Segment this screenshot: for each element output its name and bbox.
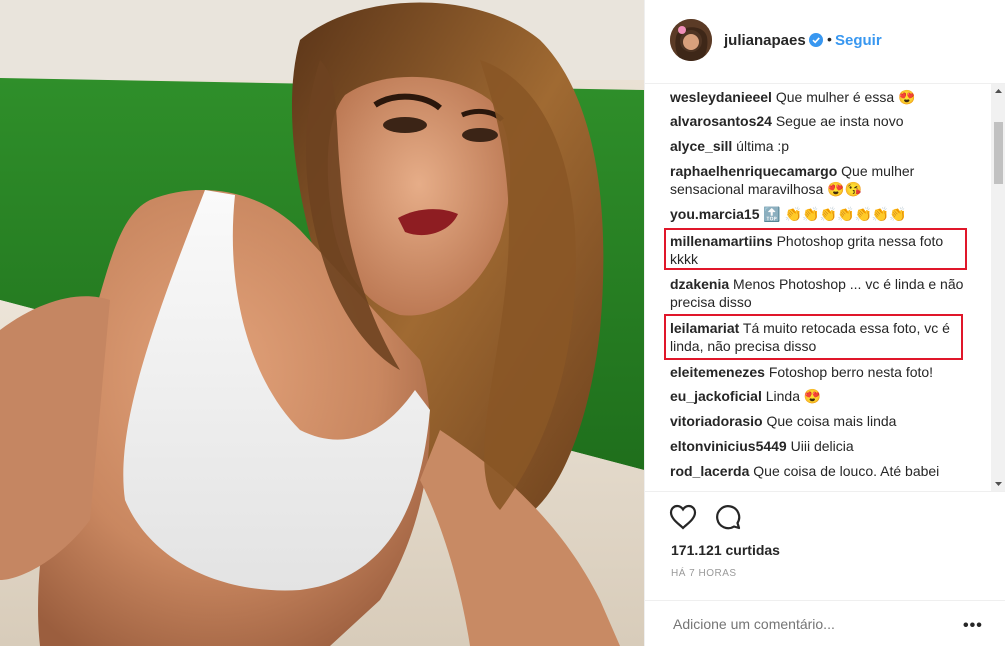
list-item: you.marcia15 🔝 👏👏👏👏👏👏👏 [670, 205, 966, 223]
heart-icon[interactable] [669, 504, 697, 530]
list-item: raphaelhenriquecamargo Que mulher sensac… [670, 162, 966, 198]
add-comment-input[interactable] [671, 615, 935, 633]
likes-count[interactable]: 171.121 curtidas [671, 542, 780, 558]
comment-username[interactable]: dzakenia [670, 276, 729, 292]
scroll-up-arrow-icon[interactable] [991, 84, 1005, 98]
avatar[interactable] [670, 19, 712, 61]
post-header: julianapaes • Seguir [645, 0, 1005, 84]
list-item: leilamariat Tá muito retocada essa foto,… [670, 319, 966, 355]
list-item: rod_lacerda Que coisa de louco. Até babe… [670, 462, 966, 480]
follow-button[interactable]: Seguir [835, 32, 882, 49]
comment-username[interactable]: eltonvinicius5449 [670, 438, 787, 454]
list-item: eleitemenezes Fotoshop berro nesta foto! [670, 363, 966, 381]
comment-text: Que coisa mais linda [766, 413, 897, 429]
more-options-icon[interactable]: ••• [963, 617, 983, 635]
comment-text: Uiii delicia [790, 438, 854, 454]
list-item: alvarosantos24 Segue ae insta novo [670, 112, 966, 130]
add-comment-bar: ••• [645, 600, 1005, 648]
comment-username[interactable]: eu_jackoficial [670, 388, 762, 404]
list-item: eu_jackoficial Linda 😍 [670, 387, 966, 405]
scrollbar-thumb[interactable] [994, 122, 1003, 184]
comment-username[interactable]: millenamartiins [670, 233, 773, 249]
post-photo-image [0, 0, 644, 646]
list-item: millenamartiins Photoshop grita nessa fo… [670, 232, 966, 268]
comments-list[interactable]: wesleydanieeel Que mulher é essa 😍 alvar… [645, 84, 991, 491]
list-item: alyce_sill última :p [670, 137, 966, 155]
verified-badge-icon [809, 33, 823, 47]
comment-username[interactable]: vitoriadorasio [670, 413, 763, 429]
comment-text: Segue ae insta novo [775, 113, 904, 129]
list-item: eltonvinicius5449 Uiii delicia [670, 437, 966, 455]
comments-scrollbar[interactable] [991, 84, 1005, 491]
comment-text: 🔝 👏👏👏👏👏👏👏 [763, 206, 907, 222]
header-username[interactable]: julianapaes [724, 32, 806, 49]
comment-username[interactable]: rod_lacerda [670, 463, 749, 479]
comment-text: última :p [736, 138, 790, 154]
list-item: vitoriadorasio Que coisa mais linda [670, 412, 966, 430]
comment-text: Fotoshop berro nesta foto! [768, 364, 934, 380]
comment-username[interactable]: wesleydanieeel [670, 89, 772, 105]
comment-username[interactable]: alyce_sill [670, 138, 732, 154]
comment-username[interactable]: you.marcia15 [670, 206, 760, 222]
comment-bubble-icon[interactable] [715, 504, 741, 530]
avatar-image [670, 19, 712, 61]
list-item: dzakenia Menos Photoshop ... vc é linda … [670, 275, 966, 311]
list-item: wesleydanieeel Que mulher é essa 😍 [670, 88, 966, 106]
comment-username[interactable]: alvarosantos24 [670, 113, 772, 129]
post-side-panel: julianapaes • Seguir wesleydanieeel Que … [644, 0, 1005, 646]
comment-username[interactable]: raphaelhenriquecamargo [670, 163, 837, 179]
scroll-down-arrow-icon[interactable] [991, 477, 1005, 491]
comment-text: Que mulher é essa 😍 [775, 89, 916, 105]
post-photo[interactable] [0, 0, 644, 646]
post-actions: 171.121 curtidas HÁ 7 HORAS ••• [645, 491, 1005, 647]
comment-text: Que coisa de louco. Até babei [753, 463, 940, 479]
comment-username[interactable]: leilamariat [670, 320, 739, 336]
header-separator: • [827, 31, 832, 47]
comment-text: Linda 😍 [765, 388, 822, 404]
comment-username[interactable]: eleitemenezes [670, 364, 765, 380]
post-timestamp[interactable]: HÁ 7 HORAS [671, 568, 737, 579]
